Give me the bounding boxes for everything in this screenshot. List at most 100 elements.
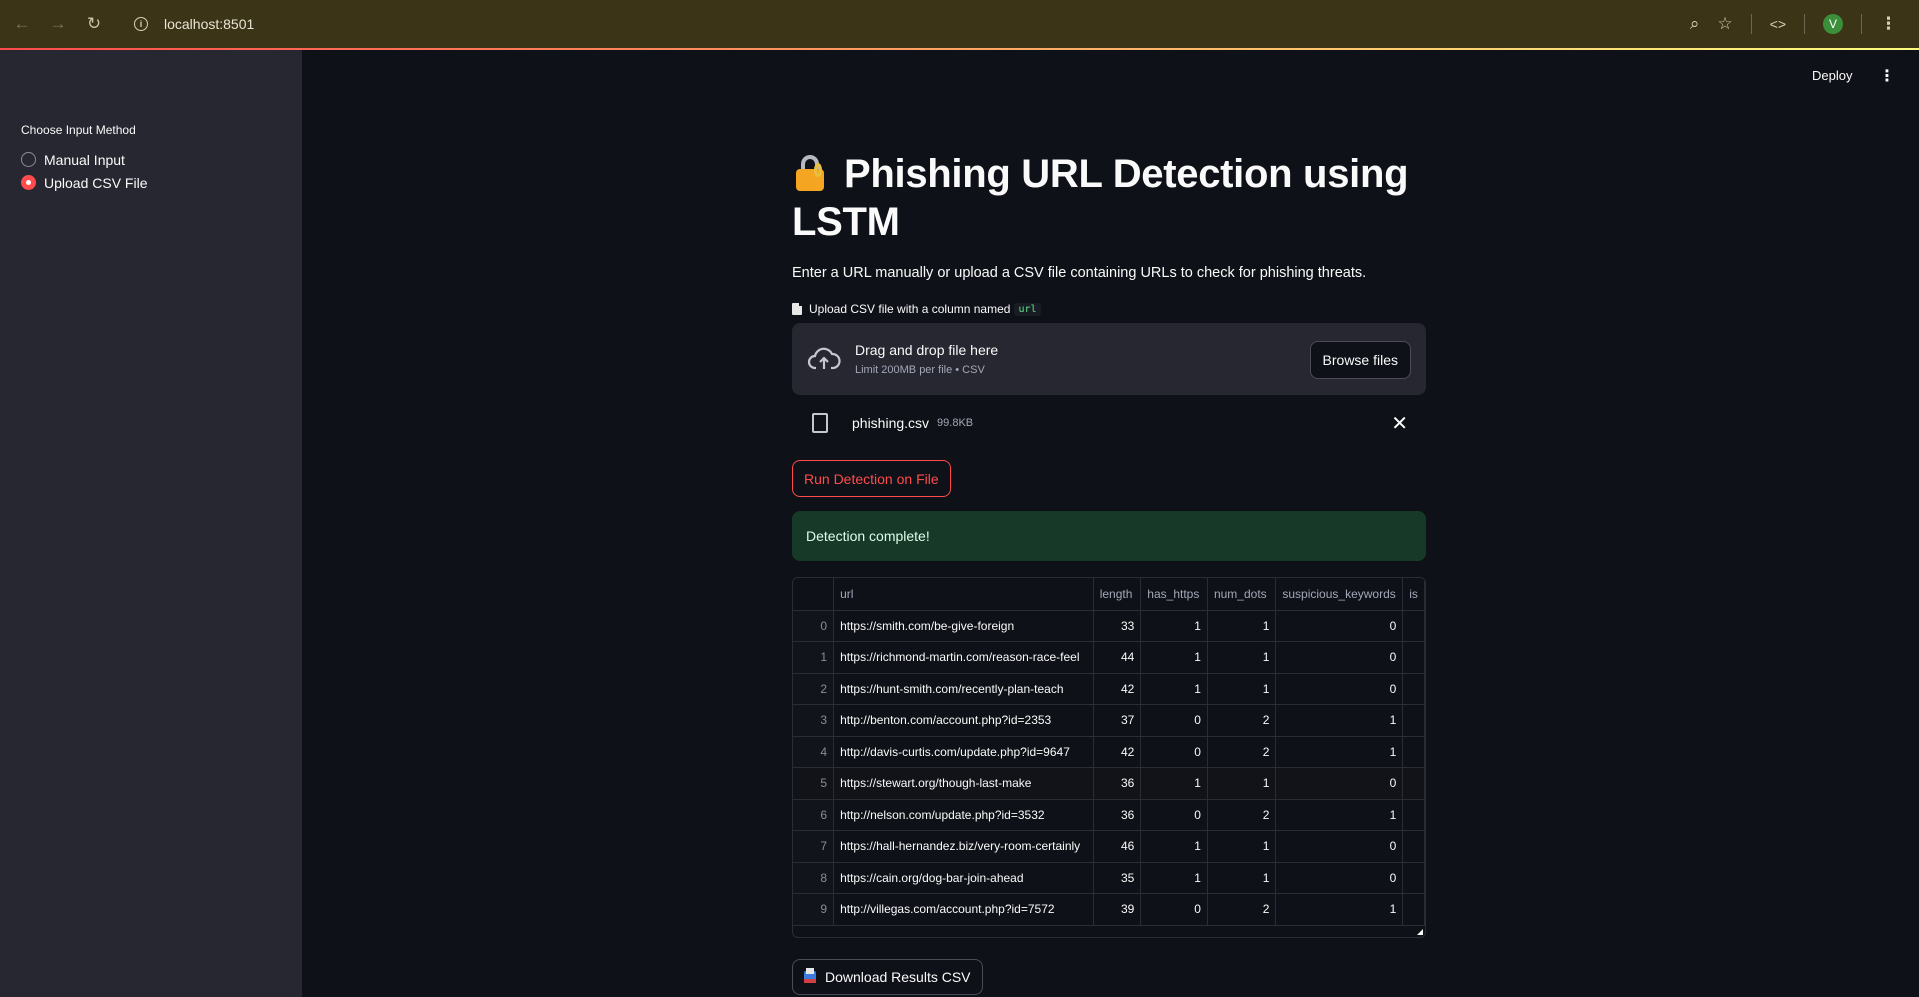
table-cell[interactable]: 36 bbox=[1093, 799, 1142, 831]
site-info-icon[interactable]: i bbox=[134, 17, 148, 31]
radio-selected-icon[interactable] bbox=[21, 175, 36, 190]
results-dataframe[interactable]: url length has_https num_dots suspicious_key… bbox=[792, 577, 1426, 938]
zoom-icon[interactable]: ⌕ bbox=[1690, 14, 1700, 34]
table-cell[interactable] bbox=[1402, 862, 1425, 894]
remove-file-icon[interactable]: ✕ bbox=[1391, 411, 1408, 436]
reload-icon[interactable]: ↻ bbox=[76, 6, 112, 42]
table-cell[interactable]: 33 bbox=[1093, 610, 1142, 642]
table-row[interactable]: 1 https://richmond-martin.com/reason-race… bbox=[793, 641, 1425, 674]
column-header[interactable]: num_dots bbox=[1207, 578, 1277, 611]
table-cell[interactable]: 1 bbox=[1140, 610, 1208, 642]
row-index[interactable]: 1 bbox=[793, 641, 835, 674]
table-cell[interactable]: 46 bbox=[1093, 830, 1142, 863]
table-cell[interactable]: 2 bbox=[1207, 799, 1277, 831]
table-cell[interactable]: 1 bbox=[1207, 767, 1277, 800]
table-cell[interactable]: 0 bbox=[1275, 862, 1404, 894]
table-row[interactable]: 2 https://hunt-smith.com/recently-plan-te… bbox=[793, 673, 1425, 705]
column-header[interactable]: is bbox=[1402, 578, 1425, 611]
resize-handle-icon[interactable] bbox=[1417, 929, 1423, 935]
row-index[interactable]: 9 bbox=[793, 893, 835, 926]
table-cell[interactable]: 35 bbox=[1093, 862, 1142, 894]
table-cell[interactable] bbox=[1402, 893, 1425, 926]
table-cell[interactable]: https://smith.com/be-give-foreign bbox=[833, 610, 1094, 642]
table-cell[interactable]: 42 bbox=[1093, 673, 1142, 705]
table-cell[interactable] bbox=[1402, 767, 1425, 800]
table-cell[interactable]: 39 bbox=[1093, 893, 1142, 926]
download-results-button[interactable]: Download Results CSV bbox=[792, 959, 983, 995]
column-header[interactable]: suspicious_keywords bbox=[1275, 578, 1404, 611]
table-cell[interactable] bbox=[1402, 830, 1425, 863]
radio-manual-input[interactable]: Manual Input bbox=[21, 148, 281, 171]
table-cell[interactable] bbox=[1402, 673, 1425, 705]
table-cell[interactable]: 37 bbox=[1093, 704, 1142, 737]
app-menu-icon[interactable]: ⋮ bbox=[1879, 66, 1895, 86]
file-dropzone[interactable]: Drag and drop file here Limit 200MB per … bbox=[792, 323, 1426, 395]
table-cell[interactable]: 1 bbox=[1275, 736, 1404, 768]
table-cell[interactable]: 42 bbox=[1093, 736, 1142, 768]
table-cell[interactable]: 1 bbox=[1275, 704, 1404, 737]
forward-icon[interactable]: → bbox=[40, 6, 76, 42]
table-cell[interactable]: 1 bbox=[1140, 767, 1208, 800]
table-cell[interactable] bbox=[1402, 799, 1425, 831]
table-cell[interactable]: 1 bbox=[1140, 673, 1208, 705]
table-cell[interactable]: 0 bbox=[1275, 767, 1404, 800]
table-cell[interactable]: https://richmond-martin.com/reason-race-… bbox=[833, 641, 1094, 674]
row-index[interactable]: 4 bbox=[793, 736, 835, 768]
profile-avatar[interactable]: V bbox=[1823, 14, 1843, 34]
table-cell[interactable]: 44 bbox=[1093, 641, 1142, 674]
table-cell[interactable]: 0 bbox=[1275, 673, 1404, 705]
table-cell[interactable]: http://villegas.com/account.php?id=7572 bbox=[833, 893, 1094, 926]
table-cell[interactable]: http://nelson.com/update.php?id=3532 bbox=[833, 799, 1094, 831]
table-cell[interactable]: 0 bbox=[1275, 641, 1404, 674]
table-cell[interactable]: 0 bbox=[1140, 736, 1208, 768]
browser-menu-icon[interactable]: ⋮ bbox=[1880, 14, 1897, 34]
table-cell[interactable]: 1 bbox=[1207, 862, 1277, 894]
row-index[interactable]: 6 bbox=[793, 799, 835, 831]
row-index[interactable]: 7 bbox=[793, 830, 835, 863]
table-cell[interactable]: 0 bbox=[1275, 830, 1404, 863]
run-detection-button[interactable]: Run Detection on File bbox=[792, 460, 951, 497]
table-cell[interactable] bbox=[1402, 736, 1425, 768]
table-row[interactable]: 3 http://benton.com/account.php?id=2353 37… bbox=[793, 704, 1425, 737]
column-header[interactable]: length bbox=[1093, 578, 1142, 611]
table-cell[interactable]: 1 bbox=[1140, 862, 1208, 894]
table-cell[interactable]: 1 bbox=[1207, 673, 1277, 705]
column-header[interactable]: has_https bbox=[1140, 578, 1208, 611]
table-cell[interactable]: 0 bbox=[1140, 799, 1208, 831]
table-cell[interactable]: http://benton.com/account.php?id=2353 bbox=[833, 704, 1094, 737]
table-cell[interactable] bbox=[1402, 610, 1425, 642]
radio-upload-csv[interactable]: Upload CSV File bbox=[21, 171, 281, 194]
row-index[interactable]: 5 bbox=[793, 767, 835, 800]
bookmark-star-icon[interactable]: ☆ bbox=[1717, 14, 1732, 34]
table-cell[interactable]: 36 bbox=[1093, 767, 1142, 800]
table-row[interactable]: 4 http://davis-curtis.com/update.php?id=9… bbox=[793, 736, 1425, 768]
table-cell[interactable]: 1 bbox=[1207, 610, 1277, 642]
address-bar[interactable]: i localhost:8501 bbox=[134, 16, 254, 32]
table-cell[interactable] bbox=[1402, 704, 1425, 737]
table-row[interactable]: 6 http://nelson.com/update.php?id=3532 36 0… bbox=[793, 799, 1425, 831]
table-cell[interactable]: 1 bbox=[1140, 641, 1208, 674]
table-row[interactable]: 8 https://cain.org/dog-bar-join-ahead 35 1 1… bbox=[793, 862, 1425, 894]
table-row[interactable]: 7 https://hall-hernandez.biz/very-room-ce… bbox=[793, 830, 1425, 863]
table-row[interactable]: 5 https://stewart.org/though-last-make 36 1… bbox=[793, 767, 1425, 800]
table-cell[interactable]: 1 bbox=[1275, 893, 1404, 926]
table-cell[interactable]: http://davis-curtis.com/update.php?id=96… bbox=[833, 736, 1094, 768]
row-index[interactable]: 0 bbox=[793, 610, 835, 642]
table-cell[interactable]: 0 bbox=[1140, 893, 1208, 926]
row-index[interactable]: 3 bbox=[793, 704, 835, 737]
browse-files-button[interactable]: Browse files bbox=[1309, 341, 1411, 379]
table-cell[interactable]: https://hunt-smith.com/recently-plan-tea… bbox=[833, 673, 1094, 705]
table-row[interactable]: 9 http://villegas.com/account.php?id=7572… bbox=[793, 893, 1425, 926]
radio-unselected-icon[interactable] bbox=[21, 152, 36, 167]
column-header[interactable] bbox=[793, 578, 835, 611]
table-cell[interactable]: 0 bbox=[1140, 704, 1208, 737]
table-cell[interactable] bbox=[1402, 641, 1425, 674]
column-header[interactable]: url bbox=[833, 578, 1094, 611]
table-cell[interactable]: https://stewart.org/though-last-make bbox=[833, 767, 1094, 800]
table-cell[interactable]: 2 bbox=[1207, 893, 1277, 926]
table-cell[interactable]: 2 bbox=[1207, 736, 1277, 768]
table-cell[interactable]: https://cain.org/dog-bar-join-ahead bbox=[833, 862, 1094, 894]
deploy-button[interactable]: Deploy bbox=[1812, 68, 1852, 83]
table-cell[interactable]: 0 bbox=[1275, 610, 1404, 642]
table-cell[interactable]: 1 bbox=[1140, 830, 1208, 863]
